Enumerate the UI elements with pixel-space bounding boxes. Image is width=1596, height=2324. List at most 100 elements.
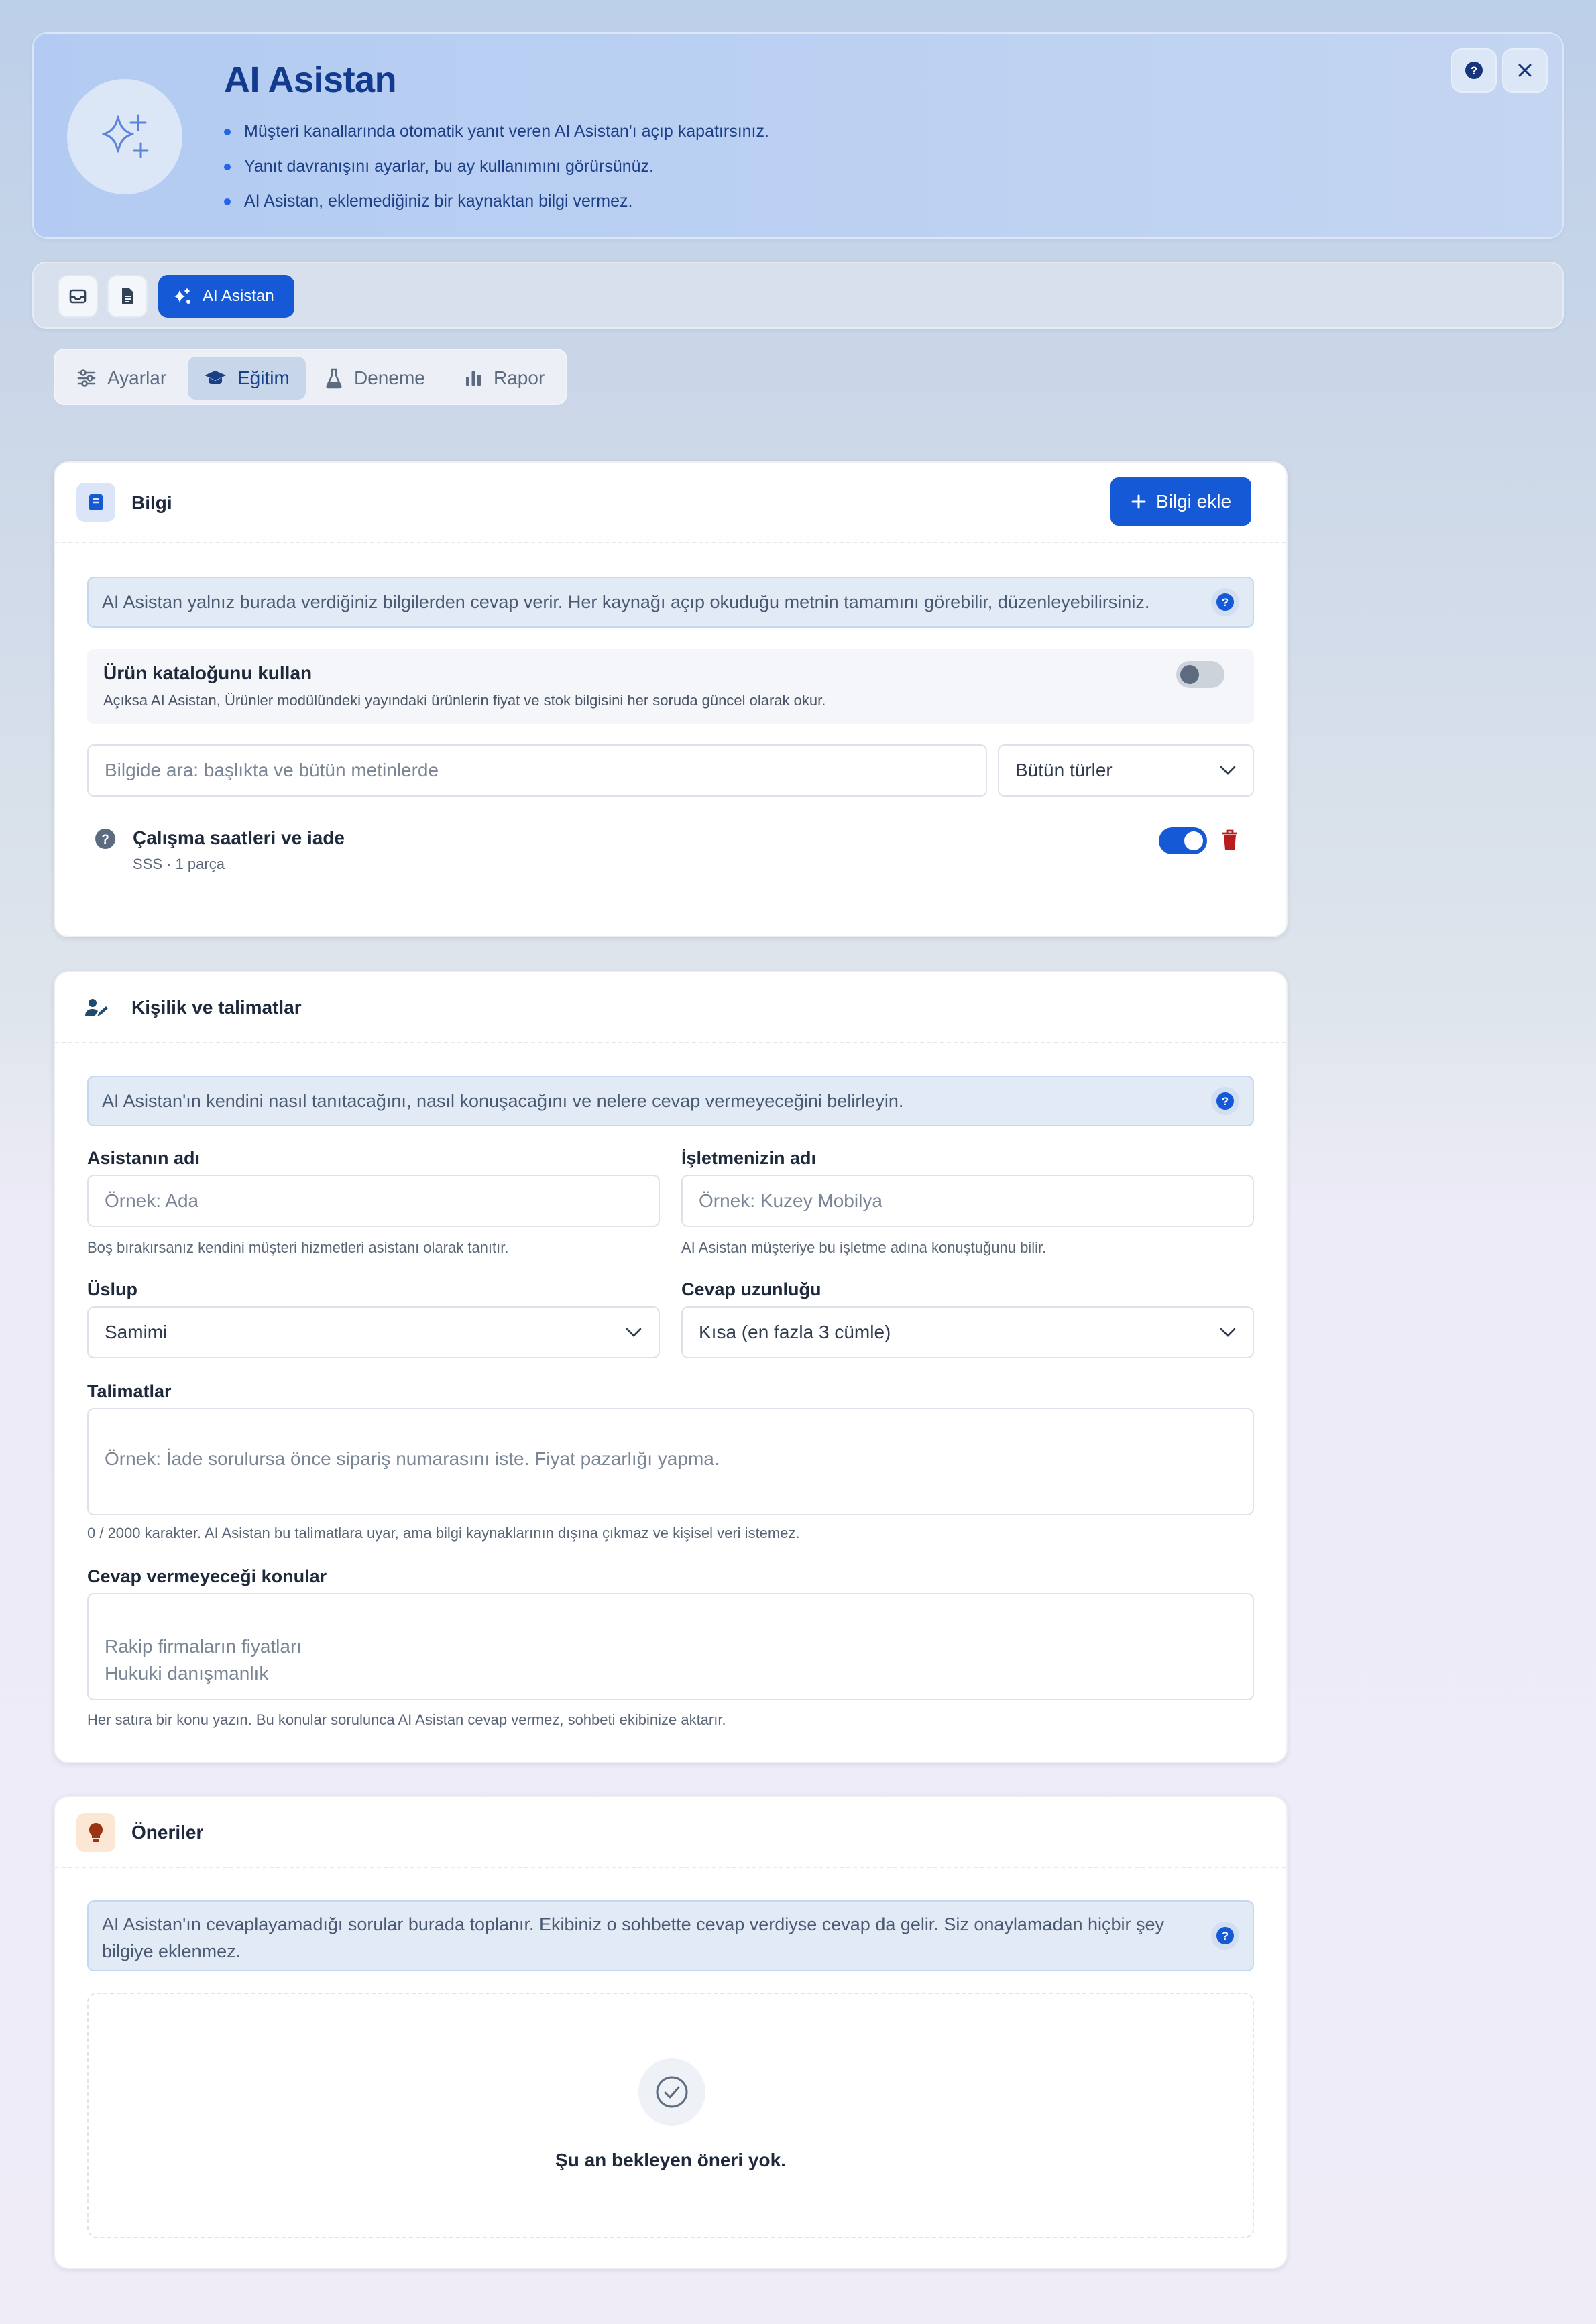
help-icon: ? xyxy=(1465,62,1483,79)
knowledge-item-toggle[interactable] xyxy=(1159,827,1207,854)
type-filter-value: Bütün türler xyxy=(1015,760,1113,780)
assistant-name-placeholder: Örnek: Ada xyxy=(105,1190,199,1211)
section-tabs: Ayarlar Eğitim Deneme Rapor xyxy=(54,349,567,405)
header-bullet: Müşteri kanallarında otomatik yanıt vere… xyxy=(224,114,769,149)
svg-text:?: ? xyxy=(1222,1930,1229,1942)
help-icon[interactable]: ? xyxy=(1211,1922,1239,1950)
forbidden-topics-textarea[interactable]: Rakip firmaların fiyatları Hukuki danışm… xyxy=(87,1593,1254,1700)
lightbulb-icon xyxy=(76,1813,115,1852)
sparkles-icon xyxy=(174,288,190,304)
close-button[interactable] xyxy=(1502,48,1548,93)
length-select[interactable]: Kısa (en fazla 3 cümle) xyxy=(681,1306,1254,1358)
document-button[interactable] xyxy=(107,275,148,318)
faq-icon: ? xyxy=(95,829,115,849)
tab-label: Ayarlar xyxy=(107,367,167,388)
suggestions-empty-state: Şu an bekleyen öneri yok. xyxy=(87,1993,1254,2238)
check-circle-icon xyxy=(638,2058,705,2126)
catalog-toggle[interactable] xyxy=(1176,661,1224,688)
suggestions-info-text: AI Asistan'ın cevaplayamadığı sorular bu… xyxy=(102,1914,1165,1961)
inbox-icon xyxy=(69,289,87,304)
assistant-name-label: Asistanın adı xyxy=(87,1148,201,1168)
chevron-down-icon xyxy=(626,1328,642,1337)
chevron-down-icon xyxy=(1220,1328,1236,1337)
tab-ayarlar[interactable]: Ayarlar xyxy=(60,357,182,400)
forbidden-topics-label: Cevap vermeyeceği konular xyxy=(87,1566,327,1586)
catalog-toggle-row: Ürün kataloğunu kullan Açıksa AI Asistan… xyxy=(87,649,1254,724)
forbidden-topics-hint: Her satıra bir konu yazın. Bu konular so… xyxy=(87,1711,726,1728)
header-banner: AI Asistan Müşteri kanallarında otomatik… xyxy=(32,32,1564,239)
persona-card-header: Kişilik ve talimatlar xyxy=(55,972,1286,1043)
svg-text:?: ? xyxy=(1222,1095,1229,1108)
graduation-cap-icon xyxy=(205,371,226,384)
suggestions-info: AI Asistan'ın cevaplayamadığı sorular bu… xyxy=(87,1900,1254,1971)
persona-info: AI Asistan'ın kendini nasıl tanıtacağını… xyxy=(87,1076,1254,1126)
type-filter-select[interactable]: Bütün türler xyxy=(998,744,1254,797)
suggestions-card-header: Öneriler xyxy=(55,1797,1286,1868)
knowledge-info: AI Asistan yalnız burada verdiğiniz bilg… xyxy=(87,577,1254,628)
style-select[interactable]: Samimi xyxy=(87,1306,660,1358)
knowledge-card: Bilgi Bilgi ekle AI Asistan yalnız burad… xyxy=(54,461,1288,937)
business-name-label: İşletmenizin adı xyxy=(681,1148,817,1168)
style-label: Üslup xyxy=(87,1279,138,1299)
add-knowledge-button[interactable]: Bilgi ekle xyxy=(1110,477,1251,526)
persona-info-text: AI Asistan'ın kendini nasıl tanıtacağını… xyxy=(102,1091,904,1111)
user-edit-icon xyxy=(76,988,115,1027)
ai-assistant-module-button[interactable]: AI Asistan xyxy=(158,275,294,318)
business-name-placeholder: Örnek: Kuzey Mobilya xyxy=(699,1190,882,1211)
tab-label: Rapor xyxy=(494,367,545,388)
knowledge-card-header: Bilgi Bilgi ekle xyxy=(55,463,1286,543)
catalog-title: Ürün kataloğunu kullan xyxy=(103,662,312,683)
knowledge-title: Bilgi xyxy=(131,492,172,513)
style-value: Samimi xyxy=(105,1322,168,1342)
bar-chart-icon xyxy=(466,371,481,386)
tab-egitim[interactable]: Eğitim xyxy=(188,357,306,400)
sparkles-icon xyxy=(67,79,182,194)
business-name-input[interactable]: Örnek: Kuzey Mobilya xyxy=(681,1175,1254,1227)
tab-label: Deneme xyxy=(354,367,425,388)
tab-deneme[interactable]: Deneme xyxy=(308,357,441,400)
catalog-description: Açıksa AI Asistan, Ürünler modülündeki y… xyxy=(103,692,826,709)
svg-text:?: ? xyxy=(1222,596,1229,609)
suggestions-empty-text: Şu an bekleyen öneri yok. xyxy=(555,2150,786,2170)
inbox-button[interactable] xyxy=(58,275,98,318)
knowledge-info-text: AI Asistan yalnız burada verdiğiniz bilg… xyxy=(102,592,1150,612)
knowledge-item-title: Çalışma saatleri ve iade xyxy=(133,827,345,848)
plus-icon xyxy=(1131,494,1146,509)
tab-rapor[interactable]: Rapor xyxy=(448,357,561,400)
search-placeholder: Bilgide ara: başlıkta ve bütün metinlerd… xyxy=(105,760,439,780)
ai-assistant-module-label: AI Asistan xyxy=(203,287,274,305)
tab-label: Eğitim xyxy=(237,367,290,388)
book-icon xyxy=(76,483,115,522)
add-knowledge-label: Bilgi ekle xyxy=(1155,491,1232,512)
knowledge-search-input[interactable]: Bilgide ara: başlıkta ve bütün metinlerd… xyxy=(87,744,987,797)
document-icon xyxy=(122,288,133,304)
help-icon[interactable]: ? xyxy=(1211,588,1239,616)
trash-icon[interactable] xyxy=(1220,829,1239,852)
persona-title: Kişilik ve talimatlar xyxy=(131,997,302,1018)
instructions-textarea[interactable]: Örnek: İade sorulursa önce sipariş numar… xyxy=(87,1408,1254,1515)
instructions-placeholder: Örnek: İade sorulursa önce sipariş numar… xyxy=(105,1448,720,1469)
suggestions-card: Öneriler AI Asistan'ın cevaplayamadığı s… xyxy=(54,1796,1288,2269)
knowledge-item[interactable]: ? Çalışma saatleri ve iade SSS · 1 parça xyxy=(87,818,1254,885)
header-bullet: Yanıt davranışını ayarlar, bu ay kullanı… xyxy=(224,149,769,184)
forbidden-topics-value: Rakip firmaların fiyatları Hukuki danışm… xyxy=(105,1636,302,1684)
knowledge-item-meta: SSS · 1 parça xyxy=(133,856,225,872)
instructions-label: Talimatlar xyxy=(87,1381,172,1401)
business-name-hint: AI Asistan müşteriye bu işletme adına ko… xyxy=(681,1239,1047,1256)
svg-text:?: ? xyxy=(101,833,109,847)
header-bullet: AI Asistan, eklemediğiniz bir kaynaktan … xyxy=(224,184,769,219)
page-title: AI Asistan xyxy=(224,60,397,100)
assistant-name-hint: Boş bırakırsanız kendini müşteri hizmetl… xyxy=(87,1239,509,1256)
suggestions-title: Öneriler xyxy=(131,1822,204,1843)
persona-card: Kişilik ve talimatlar AI Asistan'ın kend… xyxy=(54,971,1288,1763)
instructions-hint: 0 / 2000 karakter. AI Asistan bu talimat… xyxy=(87,1525,800,1542)
module-bar: AI Asistan xyxy=(32,262,1564,329)
length-label: Cevap uzunluğu xyxy=(681,1279,821,1299)
assistant-name-input[interactable]: Örnek: Ada xyxy=(87,1175,660,1227)
length-value: Kısa (en fazla 3 cümle) xyxy=(699,1322,891,1342)
help-icon[interactable]: ? xyxy=(1211,1087,1239,1115)
help-button[interactable]: ? xyxy=(1451,48,1497,93)
svg-text:?: ? xyxy=(1471,64,1477,77)
sliders-icon xyxy=(77,369,96,387)
close-icon xyxy=(1518,64,1532,77)
